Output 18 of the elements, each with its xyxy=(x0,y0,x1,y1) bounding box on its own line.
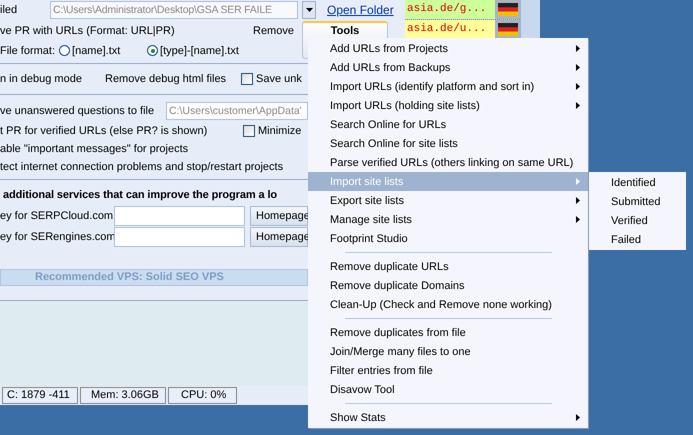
url-cell: asia.de/u... xyxy=(405,20,495,39)
field-label: ey for SERengines.com xyxy=(0,230,114,242)
status-panel: CPU: 0% xyxy=(168,387,237,404)
option-label: ve PR with URLs (Format: URL|PR) xyxy=(0,24,176,36)
field-label: iled xyxy=(0,4,18,16)
status-panel: Mem: 3.06GB xyxy=(80,387,166,404)
status-panel: C: 1879 -411 xyxy=(2,387,78,404)
option-label: n in debug mode xyxy=(0,73,83,85)
field-label: ey for SERPCloud.com xyxy=(0,210,114,222)
url-cell: asia.de/g... xyxy=(405,0,495,19)
section-title: additional services that can improve the program a lo xyxy=(3,189,278,201)
option-label: able "important messages" for projects xyxy=(0,143,188,155)
option-label: Remove debug html files xyxy=(105,73,228,85)
option-label: t PR for verified URLs (else PR? is shown) xyxy=(0,125,208,137)
option-label: ve unanswered questions to file xyxy=(0,105,156,117)
remove-label: Remove xyxy=(253,24,294,36)
option-label: tect internet connection problems and stop/restart projects xyxy=(0,161,284,173)
file-format-label: File format: xyxy=(0,44,56,56)
